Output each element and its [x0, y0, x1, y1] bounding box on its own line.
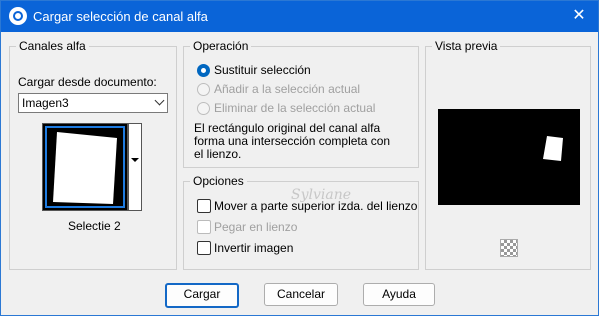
radio-sustituir[interactable] — [197, 64, 210, 77]
radio-anadir[interactable] — [197, 83, 210, 96]
title-bar: Cargar selección de canal alfa ✕ — [1, 1, 598, 32]
operacion-group: Operación Sustituir selección Añadir a l… — [183, 39, 419, 168]
dialog-window: Cargar selección de canal alfa ✕ Canales… — [0, 0, 599, 316]
checkbox-invert-image[interactable] — [197, 241, 211, 255]
operation-note-line-3: el lienzo. — [194, 147, 242, 161]
canales-alfa-legend: Canales alfa — [16, 39, 89, 53]
thumbnail-shape — [53, 132, 117, 204]
vista-previa-legend: Vista previa — [432, 39, 501, 53]
operacion-legend: Operación — [190, 39, 252, 53]
watermark-text: Sylviane — [291, 187, 352, 203]
radio-eliminar[interactable] — [197, 102, 210, 115]
operation-note-line-1: El rectángulo original del canal alfa — [194, 121, 381, 135]
checkbox-invert-image-label: Invertir imagen — [214, 241, 294, 255]
checkerboard-icon[interactable] — [500, 239, 518, 257]
radio-eliminar-label: Eliminar de la selección actual — [214, 101, 376, 115]
preview-canvas — [438, 109, 580, 205]
radio-anadir-label: Añadir a la selección actual — [214, 82, 361, 96]
app-icon — [9, 7, 27, 25]
load-button[interactable]: Cargar — [165, 283, 239, 308]
vista-previa-group: Vista previa — [425, 39, 591, 270]
opciones-legend: Opciones — [190, 174, 247, 188]
help-button[interactable]: Ayuda — [363, 283, 435, 306]
canales-alfa-group: Canales alfa Cargar desde documento: Ima… — [9, 39, 177, 270]
checkbox-move-top-left[interactable] — [197, 199, 211, 213]
load-from-label: Cargar desde documento: — [18, 75, 157, 89]
checkbox-paste-canvas-label: Pegar en lienzo — [214, 220, 298, 234]
channel-thumbnail[interactable] — [42, 123, 128, 211]
thumbnail-dropdown-button[interactable] — [128, 123, 142, 211]
operation-note-line-2: forma una intersección completa con — [194, 134, 391, 148]
document-select[interactable]: Imagen3 — [18, 93, 168, 113]
window-title: Cargar selección de canal alfa — [33, 9, 208, 24]
checkbox-paste-canvas[interactable] — [197, 220, 211, 234]
close-icon[interactable]: ✕ — [568, 5, 590, 27]
thumbnail-caption: Selectie 2 — [68, 219, 121, 233]
document-select-value: Imagen3 — [22, 96, 69, 110]
preview-selection-shape — [543, 136, 563, 161]
cancel-button[interactable]: Cancelar — [264, 283, 338, 306]
radio-sustituir-label: Sustituir selección — [214, 63, 311, 77]
chevron-down-icon — [154, 95, 165, 106]
